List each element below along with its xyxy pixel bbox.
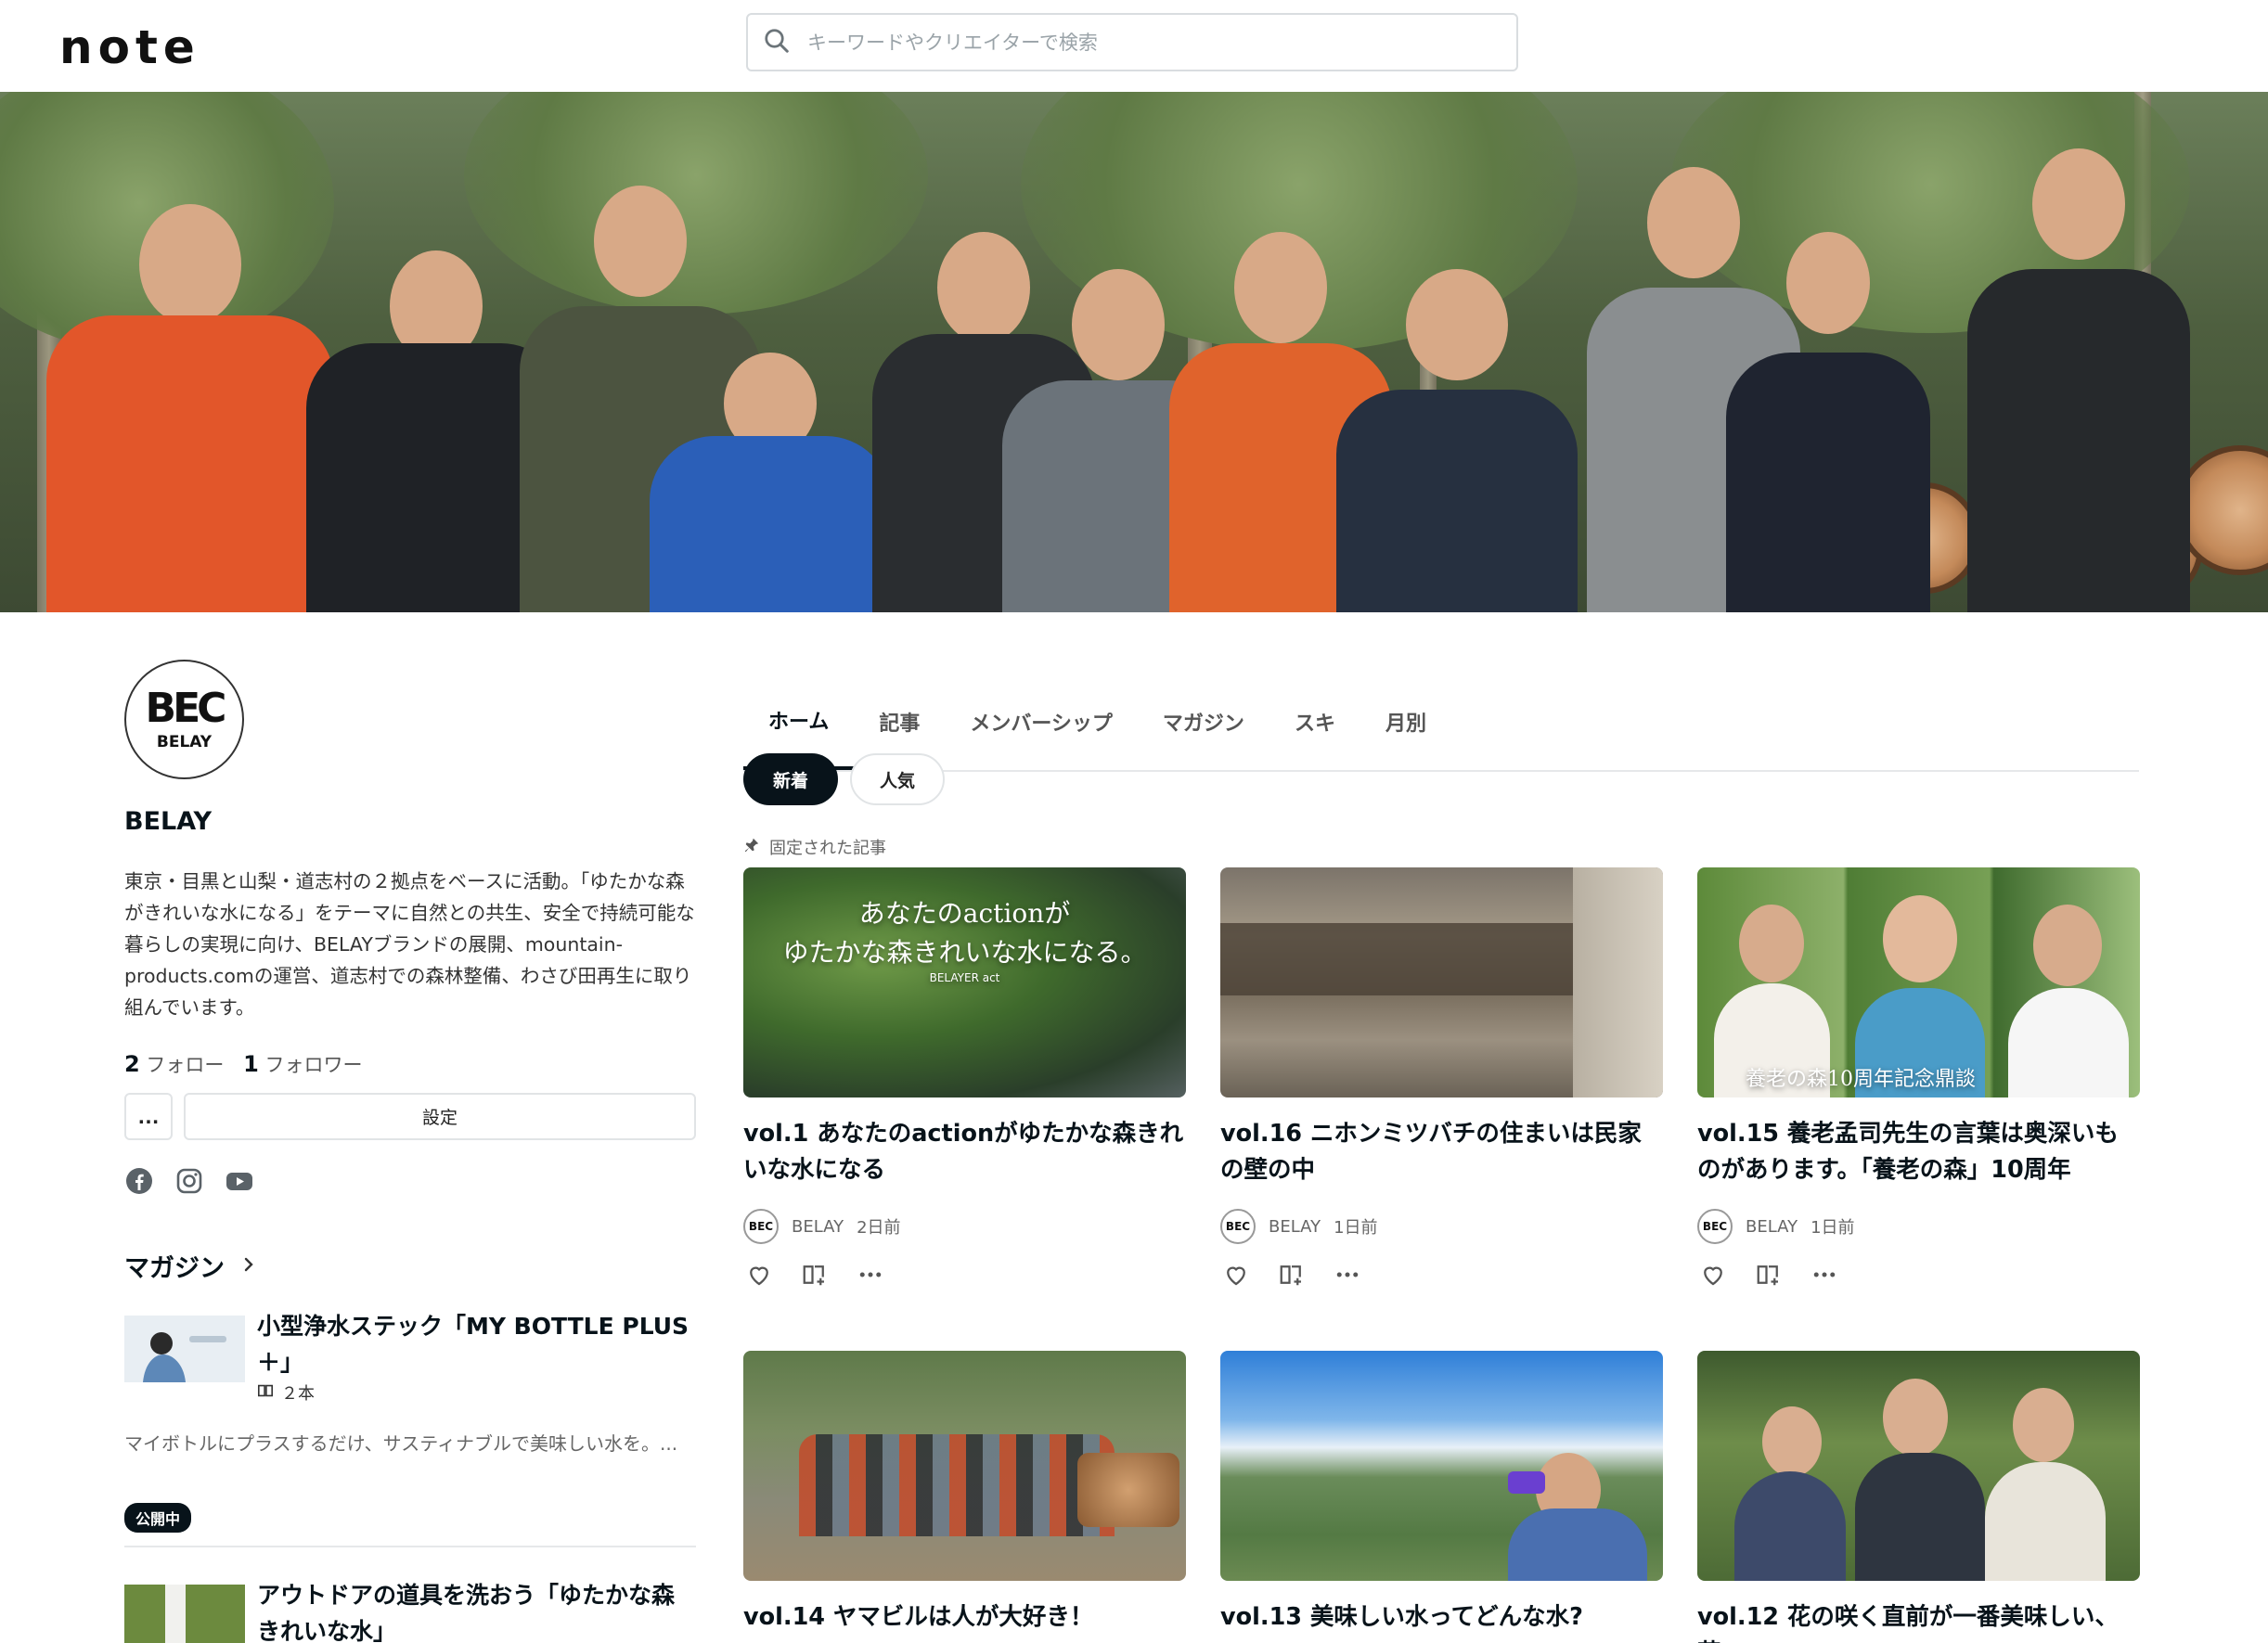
heart-icon[interactable] — [1222, 1261, 1250, 1289]
author-name[interactable]: BELAY — [792, 1217, 844, 1237]
article-title[interactable]: vol.13 美味しい水ってどんな水? — [1220, 1599, 1663, 1636]
belay-logo-text: BELAY — [156, 732, 213, 751]
add-to-magazine-icon[interactable] — [801, 1261, 829, 1289]
tab-magazine[interactable]: マガジン — [1138, 674, 1269, 770]
article-card[interactable]: vol.14 ヤマビルは人が大好き！ — [743, 1351, 1186, 1631]
cover-image — [0, 92, 2268, 612]
tab-monthly[interactable]: 月別 — [1360, 674, 1451, 770]
magazine-heading[interactable]: マガジン — [124, 1248, 258, 1284]
search-input[interactable] — [807, 31, 1457, 54]
article-card[interactable]: vol.13 美味しい水ってどんな水? — [1220, 1351, 1663, 1631]
followers-link[interactable]: 1 フォロワー — [243, 1051, 362, 1077]
article-actions — [1699, 1261, 1838, 1289]
post-time: 2日前 — [857, 1218, 901, 1238]
author-avatar[interactable]: BEC — [743, 1209, 779, 1244]
chevron-right-icon — [239, 1252, 258, 1280]
more-icon[interactable] — [1334, 1261, 1361, 1289]
author-avatar[interactable]: BEC — [1220, 1209, 1256, 1244]
article-thumbnail: あなたのactionが ゆたかな森きれいな水になる。 BELAYER act — [743, 867, 1186, 1097]
profile-name: BELAY — [124, 807, 213, 836]
article-thumbnail — [1697, 1351, 2140, 1581]
author-name[interactable]: BELAY — [1746, 1217, 1798, 1237]
book-icon — [257, 1382, 274, 1404]
profile-bio: 東京・目黒と山梨・道志村の２拠点をベースに活動。「ゆたかな森がきれいな水になる」… — [124, 870, 695, 1019]
magazine-title: 小型浄水ステック「MY BOTTLE PLUS＋」 — [257, 1313, 689, 1376]
more-icon[interactable] — [1811, 1261, 1838, 1289]
article-title[interactable]: vol.14 ヤマビルは人が大好き！ — [743, 1599, 1186, 1636]
tab-likes[interactable]: スキ — [1269, 674, 1360, 770]
pinned-label: 固定された記事 — [743, 835, 886, 859]
add-to-magazine-icon[interactable] — [1278, 1261, 1306, 1289]
magazine-thumbnail — [124, 1316, 245, 1382]
article-thumbnail — [1220, 867, 1663, 1097]
sns-links — [124, 1166, 254, 1196]
profile-tabs: ホーム 記事 メンバーシップ マガジン スキ 月別 — [743, 674, 2139, 772]
magazine-description: マイボトルにプラスするだけ、サスティナブルで美味しい水を。... — [124, 1432, 678, 1455]
article-meta: BEC BELAY 1日前 — [1220, 1209, 1378, 1244]
belay-logo-mark: BEC — [145, 684, 227, 732]
follow-stats: 2 フォロー 1 フォロワー — [124, 1050, 362, 1078]
more-options-button[interactable]: … — [124, 1093, 173, 1140]
article-card[interactable]: 養老の森10周年記念鼎談 vol.15 養老孟司先生の言葉は奥深いものがあります… — [1697, 867, 2140, 1286]
following-link[interactable]: 2 フォロー — [124, 1051, 224, 1077]
search-icon — [763, 27, 791, 58]
settings-button[interactable]: 設定 — [184, 1093, 696, 1140]
article-card[interactable]: あなたのactionが ゆたかな森きれいな水になる。 BELAYER act v… — [743, 867, 1186, 1286]
article-title[interactable]: vol.16 ニホンミツバチの住まいは民家の壁の中 — [1220, 1116, 1663, 1188]
article-title[interactable]: vol.15 養老孟司先生の言葉は奥深いものがあります。「養老の森」10周年 — [1697, 1116, 2140, 1188]
magazine-article-count: ２本 — [257, 1380, 315, 1405]
article-card[interactable]: vol.16 ニホンミツバチの住まいは民家の壁の中 BEC BELAY 1日前 — [1220, 867, 1663, 1286]
filter-new-button[interactable]: 新着 — [743, 753, 838, 805]
facebook-icon[interactable] — [124, 1166, 154, 1196]
post-time: 1日前 — [1811, 1218, 1855, 1238]
article-thumbnail: 養老の森10周年記念鼎談 — [1697, 867, 2140, 1097]
youtube-icon[interactable] — [225, 1166, 254, 1196]
author-name[interactable]: BELAY — [1269, 1217, 1321, 1237]
tab-membership[interactable]: メンバーシップ — [945, 674, 1138, 770]
post-time: 1日前 — [1334, 1218, 1378, 1238]
search-box[interactable] — [746, 13, 1518, 71]
magazine-title: アウトドアの道具を洗おう「ゆたかな森きれいな水」 — [257, 1582, 676, 1643]
pin-icon — [743, 837, 760, 858]
add-to-magazine-icon[interactable] — [1755, 1261, 1783, 1289]
divider — [124, 1546, 696, 1547]
heart-icon[interactable] — [745, 1261, 773, 1289]
status-badge: 公開中 — [124, 1503, 192, 1533]
article-card[interactable]: vol.12 花の咲く直前が一番美味しい、花 — [1697, 1351, 2140, 1643]
more-icon[interactable] — [857, 1261, 884, 1289]
article-meta: BEC BELAY 1日前 — [1697, 1209, 1855, 1244]
article-title[interactable]: vol.1 あなたのactionがゆたかな森きれいな水になる — [743, 1116, 1186, 1188]
article-thumbnail — [743, 1351, 1186, 1581]
instagram-icon[interactable] — [174, 1166, 204, 1196]
magazine-thumbnail — [124, 1585, 245, 1643]
filter-popular-button[interactable]: 人気 — [850, 753, 945, 805]
site-header: note — [0, 0, 2268, 92]
article-actions — [745, 1261, 884, 1289]
author-avatar[interactable]: BEC — [1697, 1209, 1733, 1244]
article-meta: BEC BELAY 2日前 — [743, 1209, 901, 1244]
profile-avatar[interactable]: BEC BELAY — [124, 660, 244, 779]
note-logo[interactable]: note — [59, 20, 200, 74]
article-actions — [1222, 1261, 1361, 1289]
article-thumbnail — [1220, 1351, 1663, 1581]
heart-icon[interactable] — [1699, 1261, 1727, 1289]
article-title[interactable]: vol.12 花の咲く直前が一番美味しい、花 — [1697, 1599, 2140, 1643]
